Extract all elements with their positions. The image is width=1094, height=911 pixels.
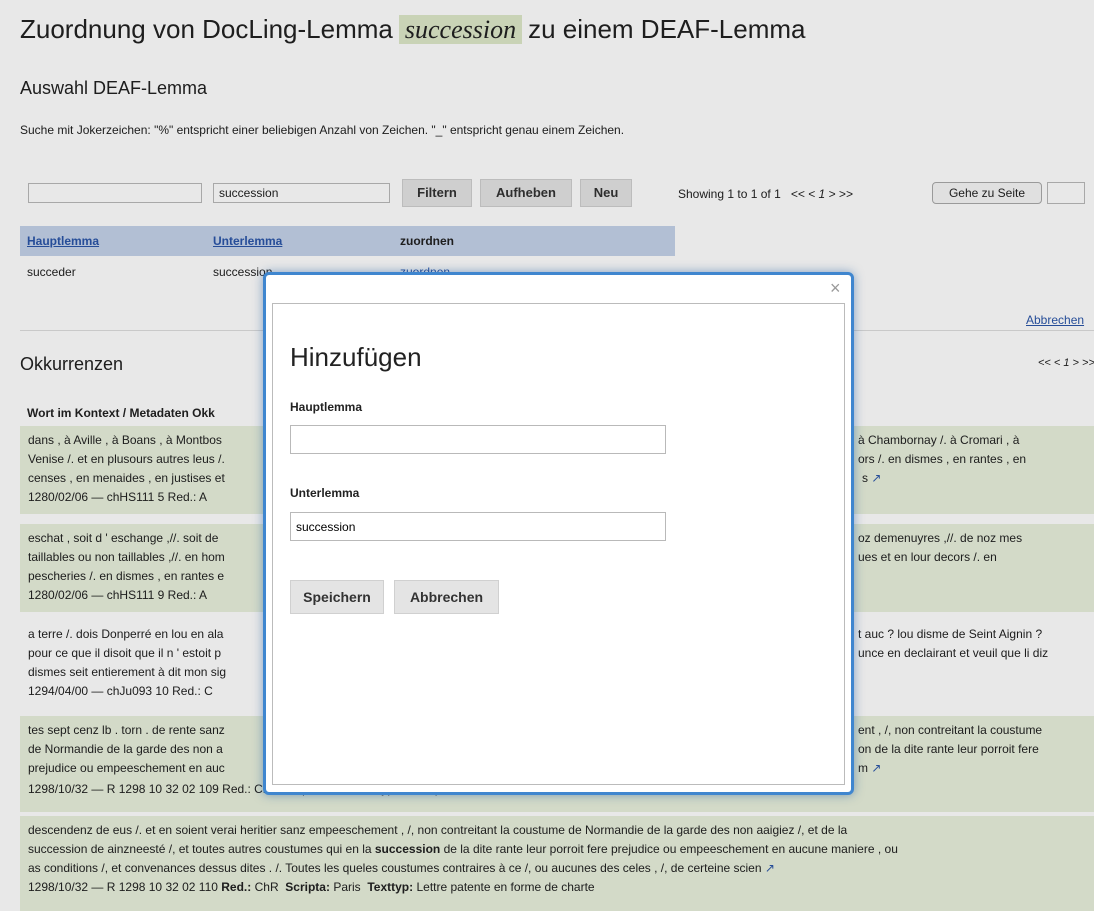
save-button[interactable]: Speichern bbox=[290, 580, 384, 614]
close-icon[interactable]: × bbox=[830, 279, 841, 297]
hauptlemma-input[interactable] bbox=[290, 425, 666, 454]
dialog-title: Hinzufügen bbox=[290, 342, 422, 372]
unterlemma-input[interactable] bbox=[290, 512, 666, 541]
cancel-button[interactable]: Abbrechen bbox=[394, 580, 499, 614]
hauptlemma-label: Hauptlemma bbox=[290, 400, 363, 414]
dialog-body: Hinzufügen Hauptlemma Unterlemma Speiche… bbox=[272, 303, 845, 785]
add-dialog: × Hinzufügen Hauptlemma Unterlemma Speic… bbox=[263, 272, 854, 795]
unterlemma-label: Unterlemma bbox=[290, 486, 360, 500]
